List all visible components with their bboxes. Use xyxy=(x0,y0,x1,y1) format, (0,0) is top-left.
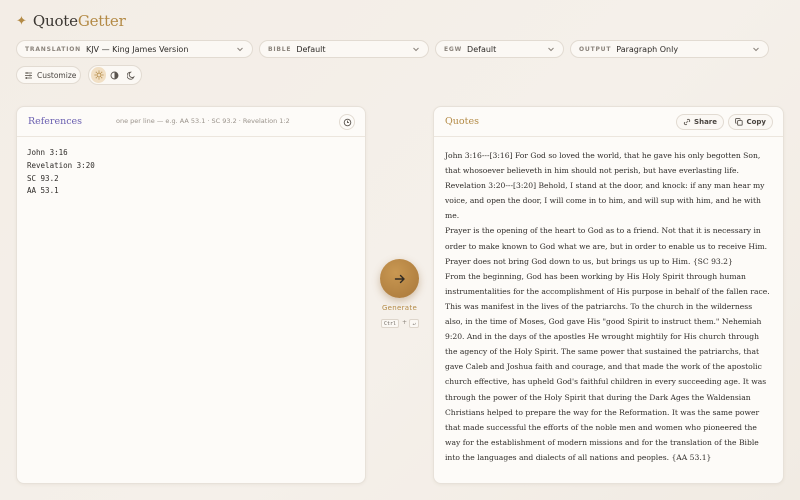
translation-select[interactable]: TRANSLATION KJV — King James Version xyxy=(16,40,253,58)
quote-paragraph: Revelation 3:20---[3:20] Behold, I stand… xyxy=(445,181,765,221)
quote-paragraph: From the beginning, God has been working… xyxy=(445,271,770,462)
references-input[interactable]: John 3:16 Revelation 3:20 SC 93.2 AA 53.… xyxy=(17,137,365,198)
chevron-down-icon xyxy=(548,47,554,52)
reference-line: John 3:16 xyxy=(27,148,68,157)
copy-label: Copy xyxy=(746,118,766,126)
history-button[interactable] xyxy=(339,114,355,130)
reference-line: Revelation 3:20 xyxy=(27,160,95,170)
copy-icon xyxy=(735,118,744,126)
share-button[interactable]: Share xyxy=(676,114,724,130)
quote-paragraph: Prayer is the opening of the heart to Go… xyxy=(445,226,768,266)
shortcut-plus: + xyxy=(402,319,408,326)
contrast-icon xyxy=(111,71,119,79)
output-value: Paragraph Only xyxy=(616,44,679,54)
sparkle-icon: ✦ xyxy=(16,13,27,29)
sun-icon xyxy=(94,70,104,80)
references-hint: one per line — e.g. AA 53.1 · SC 93.2 · … xyxy=(116,117,290,125)
app-title: QuoteGetter xyxy=(32,12,126,30)
copy-button[interactable]: Copy xyxy=(728,114,773,130)
quotes-output: John 3:16---[3:16] For God so loved the … xyxy=(434,137,783,465)
chevron-down-icon xyxy=(413,47,419,52)
quotes-header: Quotes Share Copy xyxy=(434,107,783,137)
references-panel: References one per line — e.g. AA 53.1 ·… xyxy=(16,106,366,484)
ctrl-key: Ctrl xyxy=(381,319,399,328)
moon-icon xyxy=(126,71,135,80)
light-theme-button[interactable] xyxy=(91,67,107,83)
customize-button[interactable]: Customize xyxy=(16,66,81,84)
output-select[interactable]: OUTPUT Paragraph Only xyxy=(570,40,769,58)
dark-theme-button[interactable] xyxy=(124,67,139,83)
generate-button[interactable] xyxy=(380,259,419,298)
share-label: Share xyxy=(694,118,717,126)
quotes-title: Quotes xyxy=(445,116,479,127)
theme-toggle xyxy=(88,65,142,85)
clock-icon xyxy=(343,118,351,126)
egw-label: EGW xyxy=(444,45,463,53)
translation-label: TRANSLATION xyxy=(25,45,81,53)
bible-select[interactable]: BIBLE Default xyxy=(259,40,429,58)
references-header: References one per line — e.g. AA 53.1 ·… xyxy=(17,107,365,137)
references-title: References xyxy=(28,116,83,127)
translation-value: KJV — King James Version xyxy=(85,44,189,54)
quotes-panel: Quotes Share Copy John 3:16---[3:16] For… xyxy=(433,106,784,484)
enter-key: ↵ xyxy=(409,319,419,328)
bible-label: BIBLE xyxy=(268,45,292,53)
egw-value: Default xyxy=(467,44,497,54)
egw-select[interactable]: EGW Default xyxy=(435,40,564,58)
chevron-down-icon xyxy=(237,47,243,52)
generate-label: Generate xyxy=(381,304,418,312)
sliders-icon xyxy=(25,71,32,79)
reference-line: AA 53.1 xyxy=(27,186,59,196)
reference-line: SC 93.2 xyxy=(27,173,59,183)
arrow-right-icon xyxy=(394,274,405,283)
chevron-down-icon xyxy=(753,47,759,52)
quote-paragraph: John 3:16---[3:16] For God so loved the … xyxy=(445,151,761,176)
auto-theme-button[interactable] xyxy=(107,67,122,83)
app-logo: ✦ QuoteGetter xyxy=(16,12,126,30)
bible-value: Default xyxy=(296,44,326,54)
output-label: OUTPUT xyxy=(579,45,612,53)
customize-label: Customize xyxy=(37,70,77,80)
link-icon xyxy=(683,118,691,126)
